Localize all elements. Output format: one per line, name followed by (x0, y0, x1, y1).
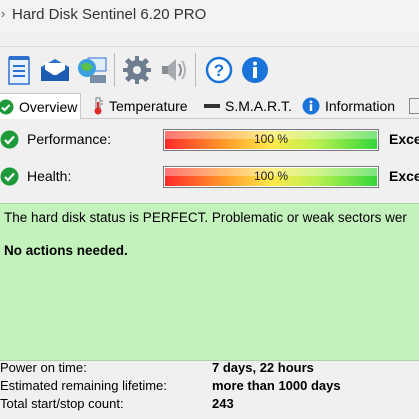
tab-temperature-label: Temperature (109, 97, 188, 114)
dash-icon (204, 101, 220, 111)
overview-panel: Performance: 100 % Exce Health: 100 % Ex… (0, 119, 419, 419)
tab-information-label: Information (325, 97, 396, 114)
lifetime-value: more than 1000 days (212, 378, 341, 393)
report-icon (8, 56, 30, 85)
performance-bar: 100 % (163, 129, 379, 151)
lifetime-label: Estimated remaining lifetime: (0, 378, 167, 393)
check-icon (0, 130, 19, 154)
tab-smart-label: S.M.A.R.T. (225, 97, 292, 114)
performance-value: 100 % (253, 132, 289, 146)
settings-gear-icon (123, 56, 151, 84)
info-icon (242, 57, 268, 83)
performance-label: Performance: (27, 131, 112, 147)
title-bar: › Hard Disk Sentinel 6.20 PRO (0, 0, 419, 32)
health-value: 100 % (253, 169, 289, 183)
settings-button[interactable] (121, 54, 153, 86)
health-label: Health: (27, 168, 72, 184)
performance-row: Performance: 100 % Exce (0, 127, 419, 153)
sound-button[interactable] (157, 54, 189, 86)
performance-status: Exce (389, 131, 419, 147)
thermometer-icon (92, 97, 104, 115)
sound-icon (162, 59, 186, 81)
email-button[interactable] (39, 54, 71, 86)
email-icon (41, 59, 69, 81)
status-action: No actions needed. (4, 243, 128, 258)
back-arrow-icon[interactable]: › (1, 6, 5, 21)
info-row-lifetime: Estimated remaining lifetime: more than … (0, 378, 419, 396)
tab-information[interactable]: Information (302, 94, 404, 117)
svg-text:?: ? (214, 61, 224, 80)
check-icon (0, 99, 14, 115)
health-row: Health: 100 % Exce (0, 164, 419, 190)
tab-bar: Overview Temperature S.M.A.R.T. Informat… (0, 92, 419, 120)
about-button[interactable] (239, 54, 271, 86)
network-icon (78, 57, 107, 83)
info-icon (302, 97, 320, 115)
check-icon (0, 167, 19, 191)
health-bar: 100 % (163, 166, 379, 188)
tab-temperature[interactable]: Temperature (92, 94, 192, 117)
help-icon: ? (205, 56, 233, 84)
network-button[interactable] (76, 54, 108, 86)
info-row-power-on: Power on time: 7 days, 22 hours (0, 360, 419, 378)
toolbar: ? (0, 46, 419, 93)
info-row-start-stop: Total start/stop count: 243 (0, 396, 419, 414)
power-on-label: Power on time: (0, 360, 87, 375)
power-on-value: 7 days, 22 hours (212, 360, 314, 375)
tab-overview-label: Overview (19, 98, 78, 115)
tab-more[interactable] (409, 98, 419, 114)
start-stop-value: 243 (212, 396, 234, 411)
health-status: Exce (389, 168, 419, 184)
start-stop-label: Total start/stop count: (0, 396, 124, 411)
tab-smart[interactable]: S.M.A.R.T. (204, 94, 294, 117)
help-button[interactable]: ? (203, 54, 235, 86)
window-title: Hard Disk Sentinel 6.20 PRO (12, 6, 207, 23)
tab-overview[interactable]: Overview (0, 93, 81, 120)
report-button[interactable] (3, 54, 35, 86)
status-text: The hard disk status is PERFECT. Problem… (4, 210, 407, 225)
status-box: The hard disk status is PERFECT. Problem… (0, 203, 419, 361)
